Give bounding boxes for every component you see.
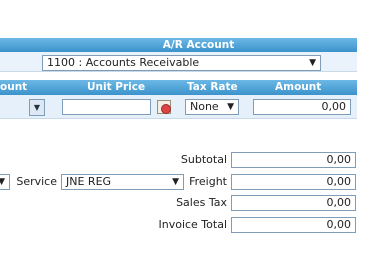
chevron-down-icon: ▼ <box>227 102 234 112</box>
invoice-total-label: Invoice Total <box>158 218 227 231</box>
tax-rate-selected: None <box>190 100 219 113</box>
col-tax-rate: Tax Rate <box>187 81 238 93</box>
ar-account-selected: 1100 : Accounts Receivable <box>47 56 200 69</box>
ar-account-select[interactable]: 1100 : Accounts Receivable ▼ <box>42 55 321 71</box>
line-dropdown-button[interactable]: ▼ <box>29 99 45 116</box>
freight-label: Freight <box>189 175 227 188</box>
chevron-down-icon: ▼ <box>309 58 316 68</box>
line-items-header: ount Unit Price Tax Rate Amount <box>0 80 357 95</box>
invoice-total-field[interactable]: 0,00 <box>231 217 356 233</box>
partial-select[interactable]: ▼ <box>0 174 10 190</box>
chevron-down-icon: ▼ <box>33 103 41 112</box>
freight-field[interactable]: 0,00 <box>231 174 356 190</box>
service-select[interactable]: JNE REG ▼ <box>61 174 184 190</box>
sales-tax-label: Sales Tax <box>176 196 227 209</box>
subtotal-label: Subtotal <box>180 153 227 166</box>
ar-account-header: A/R Account <box>0 38 357 52</box>
calendar-icon[interactable] <box>157 99 171 114</box>
tax-rate-select[interactable]: None ▼ <box>185 99 239 115</box>
col-amount-partial: ount <box>0 81 28 93</box>
line-amount-input[interactable]: 0,00 <box>253 99 351 115</box>
chevron-down-icon: ▼ <box>172 177 179 187</box>
service-selected: JNE REG <box>66 175 112 188</box>
chevron-down-icon: ▼ <box>0 175 5 189</box>
col-amount: Amount <box>275 81 322 93</box>
sales-tax-field[interactable]: 0,00 <box>231 195 356 211</box>
service-label: Service <box>16 175 57 188</box>
subtotal-field[interactable]: 0,00 <box>231 152 356 168</box>
col-unit-price: Unit Price <box>87 81 146 93</box>
unit-price-input[interactable] <box>62 99 151 115</box>
